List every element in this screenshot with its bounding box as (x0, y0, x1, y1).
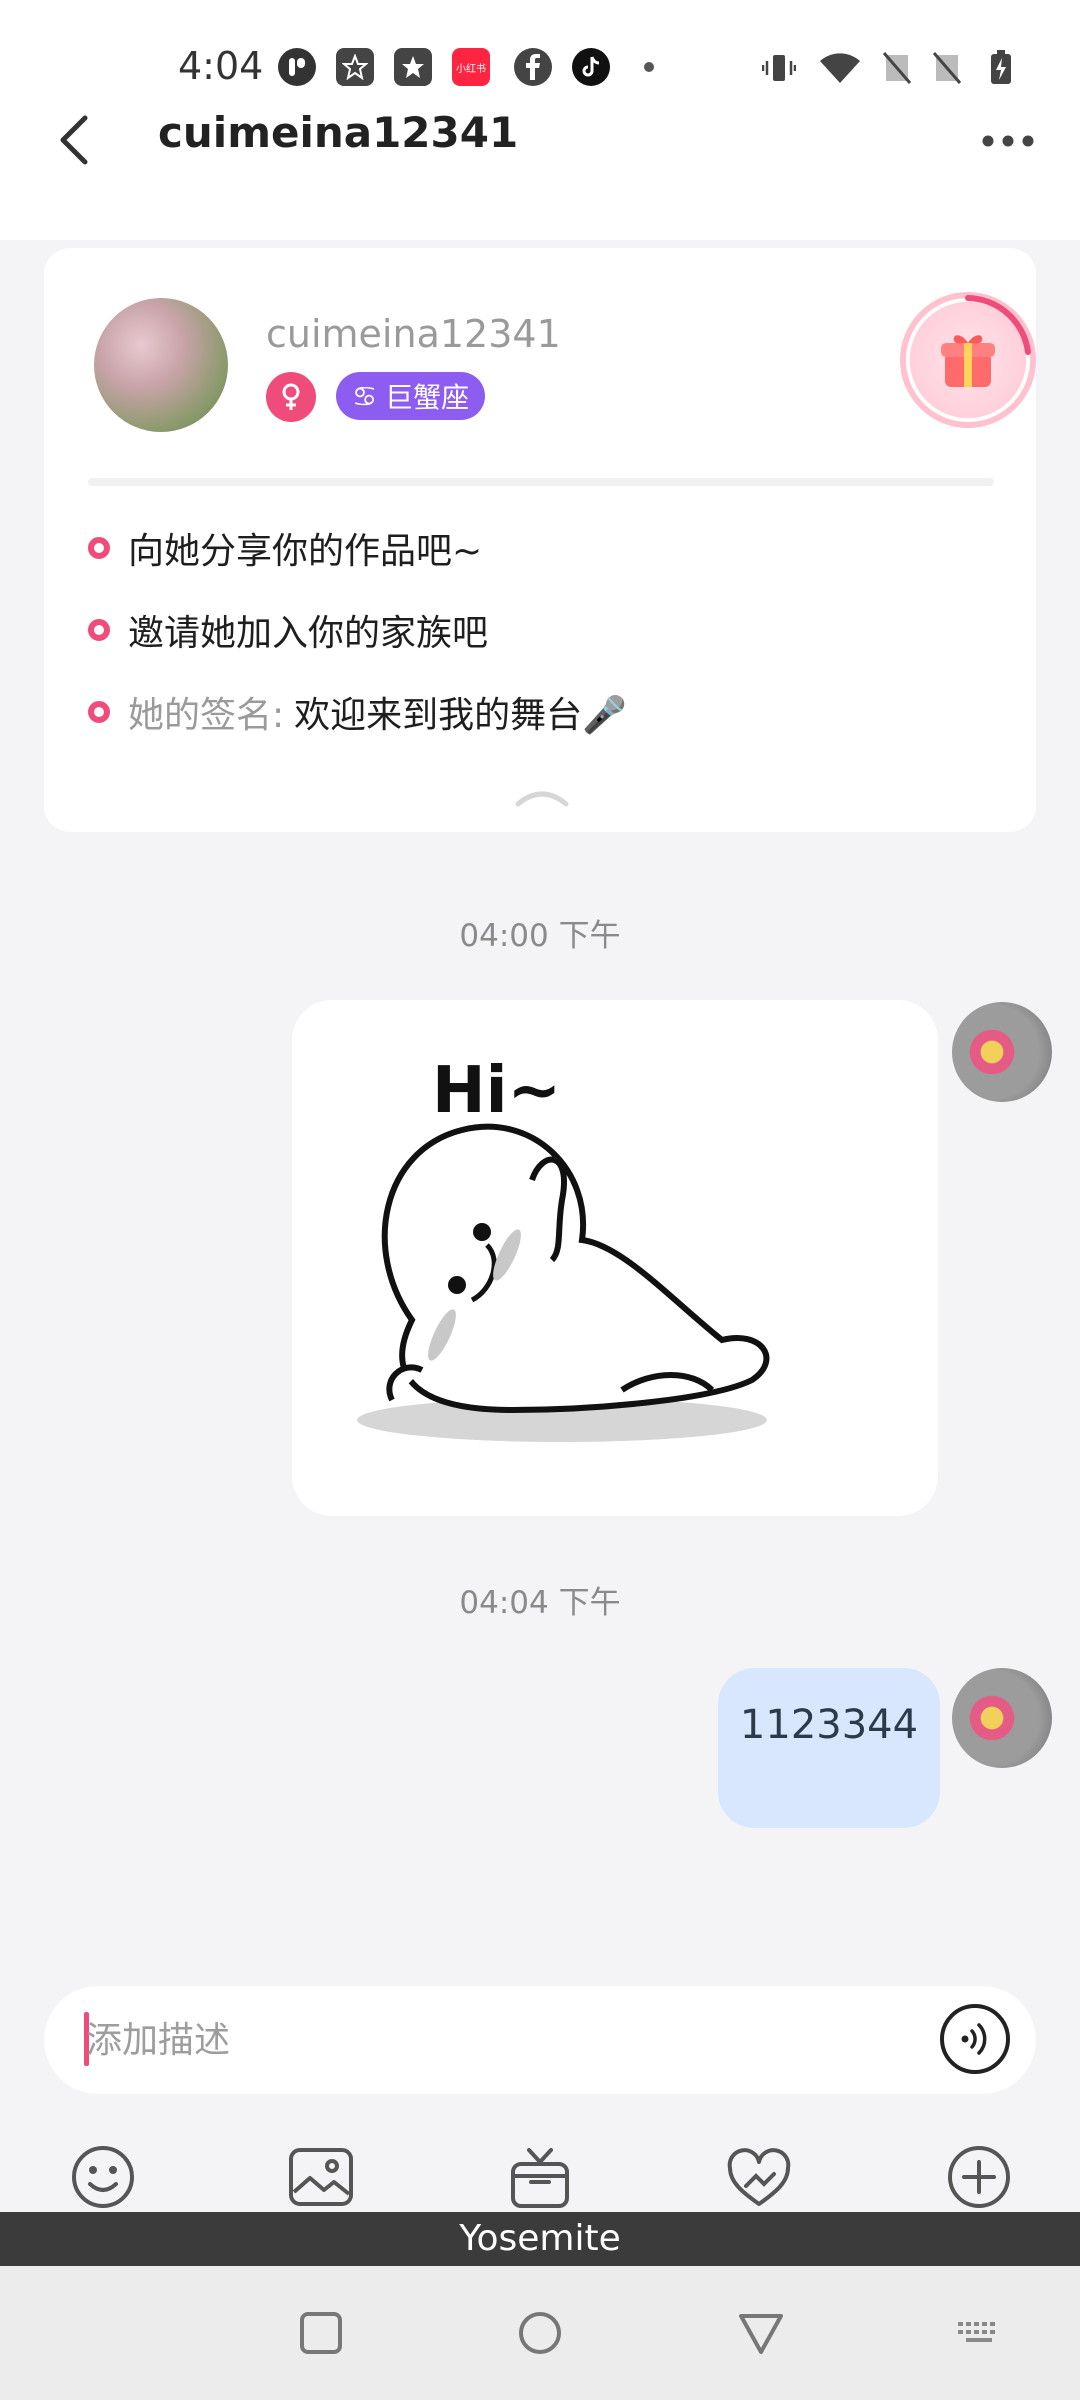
message-timestamp: 04:04 下午 (459, 1585, 621, 1621)
circle-icon (519, 2312, 561, 2354)
zodiac-label: 巨蟹座 (385, 381, 470, 414)
female-icon (282, 383, 300, 410)
home-button[interactable] (515, 2308, 565, 2358)
card-divider (88, 478, 994, 486)
image-button[interactable] (286, 2142, 356, 2212)
interact-button[interactable] (724, 2142, 794, 2212)
star-app-icon (336, 48, 374, 86)
keyboard-switch-button[interactable] (954, 2308, 1004, 2358)
share-works-text: 向她分享你的作品吧~ (128, 531, 483, 572)
more-actions-button[interactable] (944, 2142, 1014, 2212)
status-time: 4:04 (178, 44, 264, 88)
image-icon (289, 2148, 353, 2206)
star-app-icon-2 (394, 48, 432, 86)
p-app-icon (278, 48, 316, 86)
emoji-button[interactable] (68, 2142, 138, 2212)
invite-family-text: 邀请她加入你的家族吧 (128, 613, 489, 654)
xiaohongshu-icon: 小红书 (452, 48, 490, 86)
recents-button[interactable] (296, 2308, 346, 2358)
back-button[interactable] (55, 112, 95, 168)
cancer-icon: ♋ (352, 379, 378, 413)
chevron-up-icon (515, 791, 569, 807)
more-dot-icon (644, 62, 654, 72)
gift-outline-icon (511, 2148, 569, 2208)
sticker-message[interactable]: Hi~ (292, 1000, 938, 1516)
invite-family-row[interactable]: 邀请她加入你的家族吧 (88, 604, 488, 656)
more-options-button[interactable] (980, 115, 1036, 161)
xiaohongshu-label: 小红书 (456, 63, 486, 75)
hand-heart-icon (727, 2148, 791, 2206)
smiley-icon (72, 2146, 134, 2208)
share-works-row[interactable]: 向她分享你的作品吧~ (88, 522, 482, 574)
triangle-down-icon (739, 2314, 783, 2354)
square-icon (300, 2312, 342, 2354)
collapse-card-button[interactable] (512, 782, 572, 812)
my-avatar[interactable] (952, 1002, 1052, 1102)
battery-charging-icon (984, 50, 1018, 86)
chevron-left-icon (60, 115, 88, 165)
back-nav-button[interactable] (736, 2308, 786, 2358)
text-message-bubble[interactable]: 1123344 (718, 1668, 940, 1828)
message-timestamp: 04:00 下午 (459, 918, 621, 954)
plus-circle-icon (948, 2146, 1010, 2208)
sticker-text: Hi~ (432, 1054, 561, 1128)
voice-waves-icon (961, 2023, 987, 2055)
no-sim-icon-2 (930, 50, 964, 86)
hi-sticker-image: Hi~ (357, 1054, 770, 1442)
bullet-icon (88, 537, 110, 559)
female-gender-badge (266, 372, 316, 422)
message-input[interactable] (86, 2008, 906, 2072)
profile-avatar[interactable] (94, 298, 228, 432)
voice-input-button[interactable] (940, 2004, 1010, 2074)
bullet-icon (88, 701, 110, 723)
chat-title: cuimeina12341 (158, 108, 519, 157)
signature-row: 她的签名: 欢迎来到我的舞台🎤 (88, 686, 627, 738)
gift-progress-ring (900, 292, 1036, 428)
my-avatar[interactable] (952, 1668, 1052, 1768)
facebook-icon (514, 48, 552, 86)
tiktok-icon (572, 48, 610, 86)
more-horizontal-icon (982, 135, 1034, 147)
signature-value: 欢迎来到我的舞台🎤 (294, 695, 627, 736)
message-text: 1123344 (739, 1702, 919, 1748)
keyboard-name-label: Yosemite (0, 2212, 1080, 2266)
bullet-icon (88, 619, 110, 641)
keyboard-icon (958, 2322, 995, 2342)
vibrate-icon (762, 50, 796, 86)
gift-toolbar-button[interactable] (505, 2142, 575, 2212)
profile-username: cuimeina12341 (266, 312, 561, 356)
wifi-icon (818, 50, 862, 86)
zodiac-badge: ♋ 巨蟹座 (336, 372, 486, 420)
signature-label: 她的签名: (128, 695, 285, 736)
no-sim-icon (880, 50, 914, 86)
